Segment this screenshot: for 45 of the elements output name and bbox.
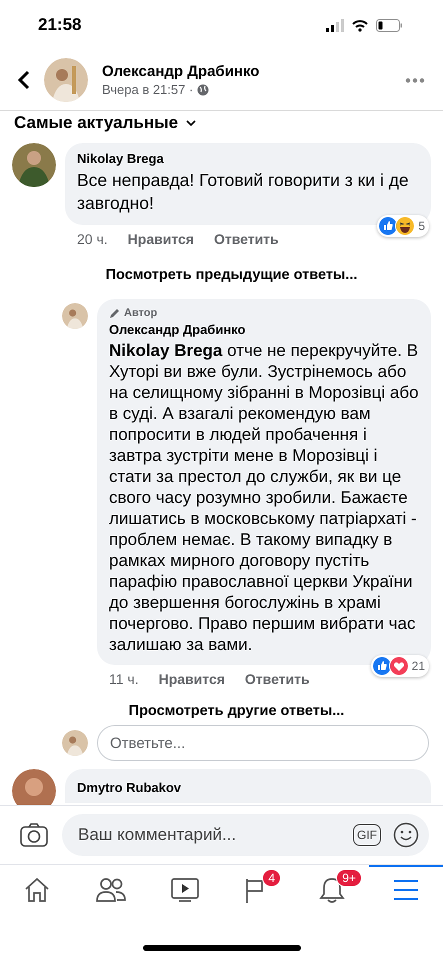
notification-badge: 9+	[336, 869, 362, 887]
globe-icon	[197, 84, 210, 96]
comment-field[interactable]: Ваш комментарий... GIF	[62, 814, 429, 856]
signal-icon	[326, 18, 344, 32]
battery-icon	[376, 18, 403, 32]
sort-label[interactable]: Самые актуальные	[14, 113, 178, 133]
author-label: Автор	[124, 307, 158, 319]
other-replies-link[interactable]: Просмотреть другие ответы...	[98, 703, 344, 719]
reply-time: 11 ч.	[109, 671, 139, 687]
commenter-name[interactable]: Nikolay Brega	[77, 151, 419, 166]
post-time: Вчера в 21:57 ·	[102, 82, 194, 97]
commenter-name[interactable]: Dmytro Rubakov	[77, 780, 182, 795]
reply-link[interactable]: Ответить	[214, 231, 279, 247]
reaction-summary[interactable]: 5	[377, 215, 429, 237]
previous-replies-link[interactable]: Посмотреть предыдущие ответы...	[86, 267, 358, 283]
status-time: 21:58	[38, 15, 82, 35]
gif-button[interactable]: GIF	[353, 824, 381, 846]
comment-time: 20 ч.	[77, 231, 108, 247]
heart-icon	[388, 656, 409, 676]
chevron-down-icon[interactable]	[186, 120, 196, 126]
reply-text: Nikolay Brega отче не перекручуйте. В Хуторі ви вже були. Зустрінемось або на селищному зібранні в Морозівці або в суді. А взагалі рекомендую вам попросити в людей пробачення і завтра зустріти мене в Морозівці і стати за престол до служби, як ви це свого часу розумно зробили. Бажаєте лишатись в московському патріархаті - проблем немає. В такому випадку в рамках мирного договору пустіть парафію православної церкви України до звершення богослужінь в храмі почергово. Право першим вибрати час залишаю за вами.	[109, 340, 419, 655]
like-link[interactable]: Нравится	[158, 671, 225, 687]
like-link[interactable]: Нравится	[128, 231, 194, 247]
like-icon	[372, 656, 392, 676]
reaction-summary[interactable]: 21	[370, 655, 429, 677]
commenter-name[interactable]: Олександр Драбинко	[109, 322, 419, 337]
laughing-face-icon	[395, 216, 416, 236]
people-icon	[96, 877, 126, 903]
video-icon	[170, 877, 199, 903]
wifi-icon	[352, 18, 368, 32]
notification-badge: 4	[262, 869, 282, 887]
reply-field[interactable]: Ответьте...	[97, 725, 429, 761]
nav-tab[interactable]: 9+	[295, 865, 370, 913]
reply-link[interactable]: Ответить	[244, 671, 310, 687]
camera-icon[interactable]	[20, 823, 48, 847]
like-icon	[378, 216, 398, 236]
more-icon[interactable]	[405, 78, 425, 82]
author-name[interactable]: Олександр Драбинко	[102, 63, 391, 80]
home-icon	[22, 876, 51, 904]
back-icon[interactable]	[18, 70, 30, 90]
smiley-icon[interactable]	[393, 822, 419, 848]
comment-text: Все неправда! Готовий говорити з ки і де завгодно!	[77, 169, 410, 215]
menu-icon	[393, 879, 420, 901]
pencil-icon	[109, 308, 120, 318]
nav-tab[interactable]: 4	[221, 865, 296, 913]
